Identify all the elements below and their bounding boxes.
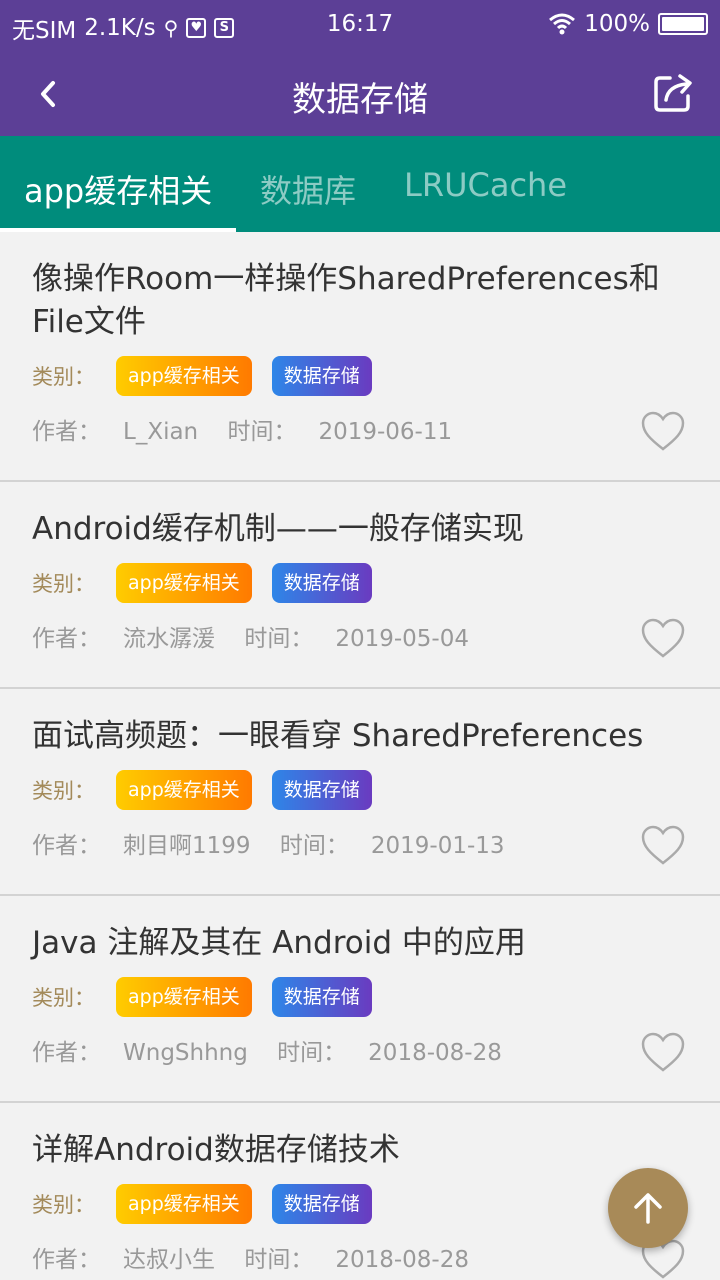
info-row: 作者： WngShhng 时间： 2018-08-28 <box>32 1033 676 1073</box>
arrow-up-icon <box>634 1193 662 1224</box>
article-title: 面试高频题：一眼看穿 SharedPreferences <box>32 718 644 754</box>
article-list: 像操作Room一样操作SharedPreferences和File文件 类别： … <box>0 232 720 1280</box>
publish-date: 2019-05-04 <box>335 626 469 652</box>
article-title: 像操作Room一样操作SharedPreferences和File文件 <box>32 261 660 340</box>
category-tag[interactable]: app缓存相关 <box>116 977 252 1017</box>
author-label: 作者： WngShhng <box>32 1040 248 1066</box>
author-name: 流水潺湲 <box>123 626 215 652</box>
article-item[interactable]: Android缓存机制——一般存储实现 类别： app缓存相关 数据存储 作者：… <box>0 482 720 689</box>
heart-icon[interactable] <box>640 1031 686 1073</box>
time-prefix: 时间： <box>244 626 314 652</box>
category-label: 类别： <box>32 365 95 389</box>
author-prefix: 作者： <box>32 833 101 859</box>
page-title: 数据存储 <box>292 80 428 120</box>
category-tag[interactable]: app缓存相关 <box>116 563 252 603</box>
publish-date: 2019-01-13 <box>370 833 505 859</box>
category-tag[interactable]: 数据存储 <box>271 563 372 603</box>
article-title: Java 注解及其在 Android 中的应用 <box>32 925 526 961</box>
date-label: 时间： 2019-01-13 <box>280 833 505 859</box>
article-item[interactable]: Java 注解及其在 Android 中的应用 类别： app缓存相关 数据存储… <box>0 896 720 1103</box>
category-row: 类别： app缓存相关 数据存储 <box>32 356 676 396</box>
date-label: 时间： 2019-05-04 <box>244 626 469 652</box>
info-row: 作者： 刺目啊1199 时间： 2019-01-13 <box>32 826 676 866</box>
category-tag[interactable]: 数据存储 <box>271 356 372 396</box>
author-label: 作者： L_Xian <box>32 419 198 445</box>
category-tag[interactable]: app缓存相关 <box>116 356 252 396</box>
category-label: 类别： <box>32 779 95 803</box>
app-header: 数据存储 <box>0 50 720 136</box>
date-label: 时间： 2018-08-28 <box>244 1247 469 1273</box>
battery-icon <box>658 13 708 35</box>
category-tag[interactable]: app缓存相关 <box>116 770 252 810</box>
publish-date: 2019-06-11 <box>318 419 453 445</box>
category-row: 类别： app缓存相关 数据存储 <box>32 563 676 603</box>
author-prefix: 作者： <box>32 419 101 445</box>
article-item[interactable]: 像操作Room一样操作SharedPreferences和File文件 类别： … <box>0 232 720 482</box>
author-prefix: 作者： <box>32 1247 101 1273</box>
wifi-icon <box>549 13 576 35</box>
tab-lrucache[interactable]: LRUCache <box>404 166 567 204</box>
date-label: 时间： 2019-06-11 <box>227 419 452 445</box>
scroll-to-top-button[interactable] <box>608 1168 688 1248</box>
time-prefix: 时间： <box>279 833 349 859</box>
article-title: Android缓存机制——一般存储实现 <box>32 511 524 547</box>
tab-database[interactable]: 数据库 <box>260 166 356 212</box>
category-row: 类别： app缓存相关 数据存储 <box>32 1184 676 1224</box>
date-label: 时间： 2018-08-28 <box>277 1040 502 1066</box>
heart-icon[interactable] <box>640 617 686 659</box>
info-row: 作者： L_Xian 时间： 2019-06-11 <box>32 412 676 452</box>
share-icon <box>654 74 692 112</box>
status-bar: 无SIM 2.1K/s ⚲ ♥ S 16:17 100% <box>0 0 720 50</box>
time-prefix: 时间： <box>227 419 297 445</box>
author-name: 达叔小生 <box>123 1247 215 1273</box>
author-label: 作者： 刺目啊1199 <box>32 833 251 859</box>
heart-icon[interactable] <box>640 410 686 452</box>
category-row: 类别： app缓存相关 数据存储 <box>32 977 676 1017</box>
battery-percent: 100% <box>584 11 650 37</box>
category-label: 类别： <box>32 572 95 596</box>
category-row: 类别： app缓存相关 数据存储 <box>32 770 676 810</box>
article-item[interactable]: 面试高频题：一眼看穿 SharedPreferences 类别： app缓存相关… <box>0 689 720 896</box>
author-prefix: 作者： <box>32 1040 101 1066</box>
share-button[interactable] <box>652 70 696 114</box>
author-label: 作者： 达叔小生 <box>32 1247 215 1273</box>
category-label: 类别： <box>32 1193 95 1217</box>
info-row: 作者： 流水潺湲 时间： 2019-05-04 <box>32 619 676 659</box>
tab-bar: app缓存相关 数据库 LRUCache <box>0 136 720 232</box>
status-bar-right: 100% <box>548 11 708 37</box>
time-prefix: 时间： <box>244 1247 314 1273</box>
category-label: 类别： <box>32 986 95 1010</box>
heart-icon[interactable] <box>640 824 686 866</box>
time-prefix: 时间： <box>277 1040 347 1066</box>
author-name: WngShhng <box>123 1040 248 1066</box>
author-prefix: 作者： <box>32 626 101 652</box>
tab-app-cache[interactable]: app缓存相关 <box>24 166 212 212</box>
author-name: 刺目啊1199 <box>123 833 251 859</box>
author-label: 作者： 流水潺湲 <box>32 626 215 652</box>
publish-date: 2018-08-28 <box>335 1247 469 1273</box>
category-tag[interactable]: 数据存储 <box>271 977 372 1017</box>
category-tag[interactable]: app缓存相关 <box>116 1184 252 1224</box>
category-tag[interactable]: 数据存储 <box>271 770 372 810</box>
publish-date: 2018-08-28 <box>368 1040 502 1066</box>
article-title: 详解Android数据存储技术 <box>32 1132 400 1168</box>
author-name: L_Xian <box>123 419 199 445</box>
info-row: 作者： 达叔小生 时间： 2018-08-28 <box>32 1240 676 1280</box>
category-tag[interactable]: 数据存储 <box>271 1184 372 1224</box>
